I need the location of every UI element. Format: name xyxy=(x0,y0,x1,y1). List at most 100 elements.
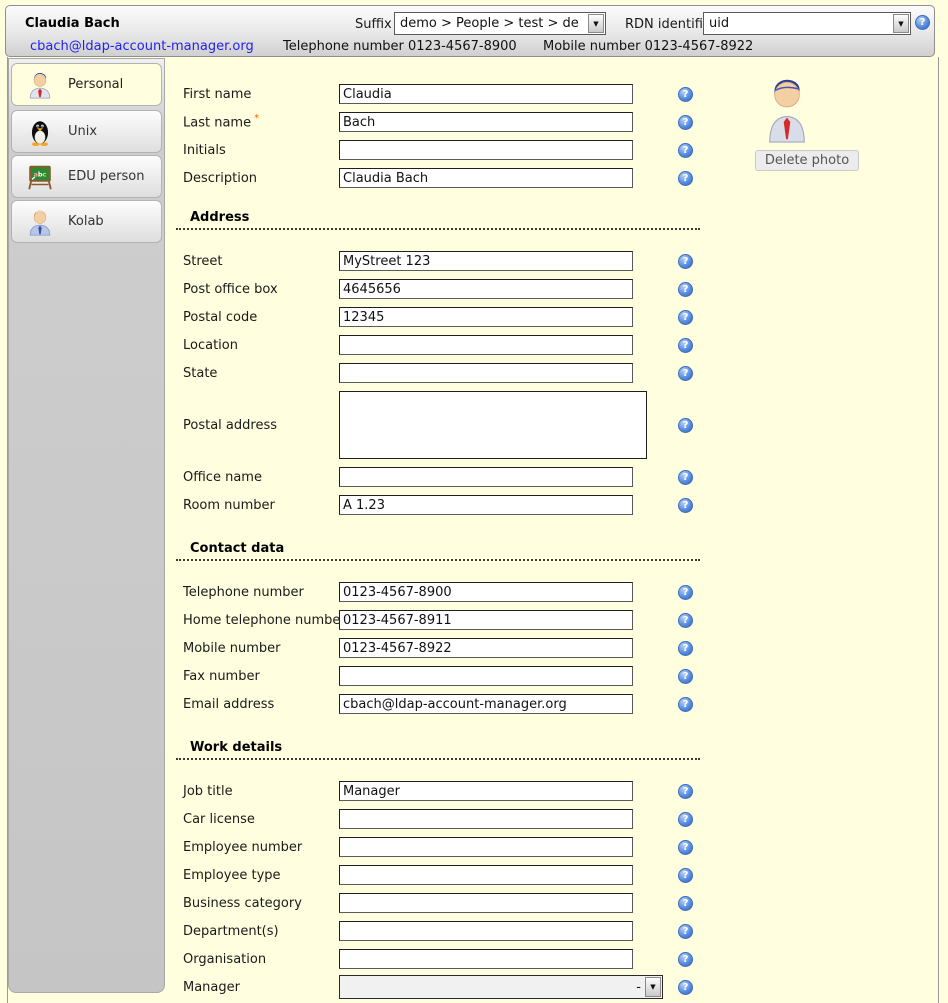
field-label: Job title xyxy=(176,784,339,799)
field-row: Business category ? xyxy=(176,889,736,917)
help-icon[interactable]: ? xyxy=(678,868,693,883)
mobile-summary: Mobile number 0123-4567-8922 xyxy=(543,39,753,54)
personal-tab-content: First name ? Last name* ? Initials ? Des… xyxy=(176,80,736,1001)
departments-input[interactable] xyxy=(339,921,633,941)
tab-personal[interactable]: Personal xyxy=(11,63,162,106)
field-label: Postal code xyxy=(176,310,339,325)
help-icon[interactable]: ? xyxy=(678,896,693,911)
organisation-input[interactable] xyxy=(339,949,633,969)
help-icon[interactable]: ? xyxy=(678,418,693,433)
suffix-label: Suffix xyxy=(355,17,392,32)
help-icon[interactable]: ? xyxy=(678,697,693,712)
field-row: Street ? xyxy=(176,247,736,275)
postal-address-textarea[interactable] xyxy=(339,391,647,459)
help-icon[interactable]: ? xyxy=(678,840,693,855)
employee-type-input[interactable] xyxy=(339,865,633,885)
required-marker: * xyxy=(254,113,259,124)
section-title-address: Address xyxy=(176,210,700,230)
delete-photo-button[interactable]: Delete photo xyxy=(755,150,859,171)
field-label: Home telephone number xyxy=(176,613,339,628)
help-icon[interactable]: ? xyxy=(678,498,693,513)
email-address-input[interactable] xyxy=(339,694,633,714)
help-icon[interactable]: ? xyxy=(678,641,693,656)
description-input[interactable] xyxy=(339,168,633,188)
employee-number-input[interactable] xyxy=(339,837,633,857)
help-icon[interactable]: ? xyxy=(678,784,693,799)
manager-select[interactable]: - ▼ xyxy=(339,975,663,999)
car-license-input[interactable] xyxy=(339,809,633,829)
field-label: Car license xyxy=(176,812,339,827)
field-label: Room number xyxy=(176,498,339,513)
tab-unix[interactable]: Unix xyxy=(11,110,162,153)
field-label: Employee number xyxy=(176,840,339,855)
mobile-number-input[interactable] xyxy=(339,638,633,658)
field-row: Telephone number ? xyxy=(176,578,736,606)
chalkboard-icon: abc xyxy=(25,162,55,192)
post-office-box-input[interactable] xyxy=(339,279,633,299)
help-icon[interactable]: ? xyxy=(678,470,693,485)
field-row: Last name* ? xyxy=(176,108,736,136)
help-icon[interactable]: ? xyxy=(678,338,693,353)
help-icon[interactable]: ? xyxy=(915,15,930,30)
home-telephone-number-input[interactable] xyxy=(339,610,633,630)
person-icon xyxy=(25,70,55,100)
telephone-summary: Telephone number 0123-4567-8900 xyxy=(283,39,517,54)
tab-edu-person[interactable]: abc EDU person xyxy=(11,155,162,198)
field-label: Initials xyxy=(176,143,339,158)
help-icon[interactable]: ? xyxy=(678,585,693,600)
last-name-input[interactable] xyxy=(339,112,633,132)
field-row: Postal code ? xyxy=(176,303,736,331)
field-label: Street xyxy=(176,254,339,269)
help-icon[interactable]: ? xyxy=(678,952,693,967)
field-row: Postal address ? xyxy=(176,387,736,463)
business-category-input[interactable] xyxy=(339,893,633,913)
help-icon[interactable]: ? xyxy=(678,613,693,628)
tab-kolab[interactable]: Kolab xyxy=(11,200,162,243)
field-label: Last name* xyxy=(176,113,339,130)
module-tabs-sidebar: Personal Unix xyxy=(8,58,165,993)
help-icon[interactable]: ? xyxy=(678,310,693,325)
field-label: Department(s) xyxy=(176,924,339,939)
job-title-input[interactable] xyxy=(339,781,633,801)
field-row: Home telephone number ? xyxy=(176,606,736,634)
help-icon[interactable]: ? xyxy=(678,669,693,684)
initials-input[interactable] xyxy=(339,140,633,160)
state-input[interactable] xyxy=(339,363,633,383)
room-number-input[interactable] xyxy=(339,495,633,515)
suffix-select-value: demo > People > test > de xyxy=(395,16,588,31)
field-row: Office name ? xyxy=(176,463,736,491)
street-input[interactable] xyxy=(339,251,633,271)
field-row: State ? xyxy=(176,359,736,387)
account-email-link[interactable]: cbach@ldap-account-manager.org xyxy=(30,39,254,54)
help-icon[interactable]: ? xyxy=(678,143,693,158)
help-icon[interactable]: ? xyxy=(678,812,693,827)
help-icon[interactable]: ? xyxy=(678,254,693,269)
help-icon[interactable]: ? xyxy=(678,87,693,102)
field-row: Employee number ? xyxy=(176,833,736,861)
fax-number-input[interactable] xyxy=(339,666,633,686)
field-label: Email address xyxy=(176,697,339,712)
help-icon[interactable]: ? xyxy=(678,980,693,995)
field-row: Car license ? xyxy=(176,805,736,833)
user-photo xyxy=(764,74,810,144)
rdn-identifier-select[interactable]: uid ▼ xyxy=(703,12,911,35)
telephone-number-input[interactable] xyxy=(339,582,633,602)
field-label: Manager xyxy=(176,980,339,995)
field-row: Description ? xyxy=(176,164,736,192)
field-row: Organisation ? xyxy=(176,945,736,973)
rdn-select-value: uid xyxy=(704,16,893,31)
field-label: Description xyxy=(176,171,339,186)
first-name-input[interactable] xyxy=(339,84,633,104)
postal-code-input[interactable] xyxy=(339,307,633,327)
suffix-select[interactable]: demo > People > test > de ▼ xyxy=(394,12,606,35)
help-icon[interactable]: ? xyxy=(678,171,693,186)
help-icon[interactable]: ? xyxy=(678,115,693,130)
field-label: Organisation xyxy=(176,952,339,967)
help-icon[interactable]: ? xyxy=(678,924,693,939)
office-name-input[interactable] xyxy=(339,467,633,487)
tab-label: Unix xyxy=(68,124,97,139)
location-input[interactable] xyxy=(339,335,633,355)
help-icon[interactable]: ? xyxy=(678,366,693,381)
account-name: Claudia Bach xyxy=(25,16,120,31)
help-icon[interactable]: ? xyxy=(678,282,693,297)
